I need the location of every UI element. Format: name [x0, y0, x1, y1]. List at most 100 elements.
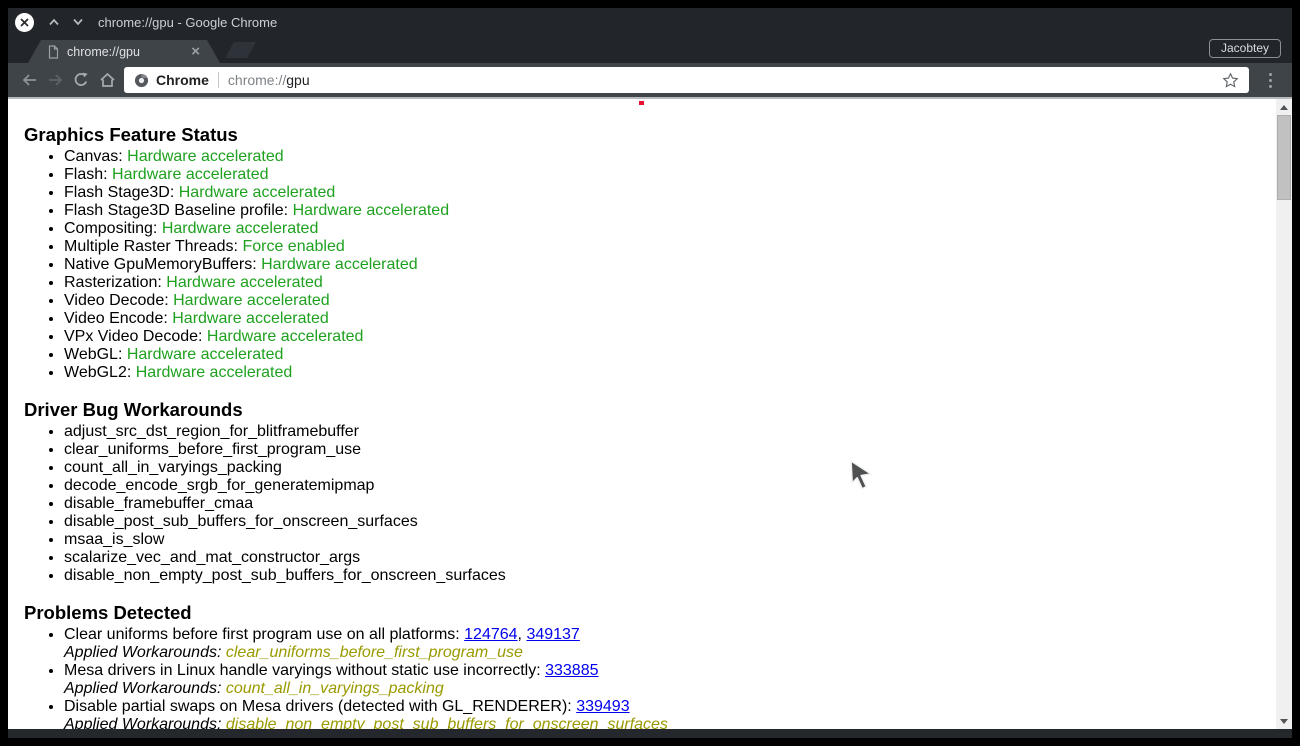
scrollbar-thumb[interactable]	[1277, 115, 1291, 200]
feature-label: Flash Stage3D:	[64, 184, 179, 201]
problem-description: Mesa drivers in Linux handle varyings wi…	[64, 662, 545, 679]
list-item: clear_uniforms_before_first_program_use	[64, 441, 1268, 459]
applied-workarounds-label: Applied Workarounds:	[64, 680, 226, 697]
screen: chrome://gpu - Google Chrome chrome://gp…	[0, 0, 1300, 746]
problem-description: Disable partial swaps on Mesa drivers (d…	[64, 698, 576, 715]
window-title: chrome://gpu - Google Chrome	[98, 15, 277, 30]
chrome-logo-icon	[134, 73, 149, 88]
tab-close-button[interactable]: ×	[191, 44, 200, 59]
feature-label: VPx Video Decode:	[64, 328, 207, 345]
profile-button[interactable]: Jacobtey	[1209, 39, 1281, 58]
feature-label: Native GpuMemoryBuffers:	[64, 256, 261, 273]
forward-arrow-icon	[47, 72, 64, 88]
list-item: disable_framebuffer_cmaa	[64, 495, 1268, 513]
tab-chrome-gpu[interactable]: chrome://gpu ×	[28, 40, 220, 63]
feature-label: WebGL2:	[64, 364, 136, 381]
window-shade-button[interactable]	[45, 13, 63, 31]
applied-workarounds-names: count_all_in_varyings_packing	[226, 680, 444, 697]
bug-link[interactable]: 339493	[576, 698, 629, 715]
section-title-problems-detected: Problems Detected	[24, 602, 1268, 623]
feature-status: Hardware accelerated	[207, 328, 364, 345]
feature-label: Flash:	[64, 166, 112, 183]
list-item: WebGL2: Hardware accelerated	[64, 364, 1268, 382]
omnibox-url[interactable]: chrome://gpu	[228, 72, 310, 88]
address-bar[interactable]: Chrome chrome://gpu	[124, 67, 1249, 93]
feature-label: Rasterization:	[64, 274, 166, 291]
home-button[interactable]	[94, 67, 120, 93]
list-item: msaa_is_slow	[64, 531, 1268, 549]
list-item: WebGL: Hardware accelerated	[64, 346, 1268, 364]
url-host: gpu	[286, 72, 309, 88]
feature-label: Multiple Raster Threads:	[64, 238, 242, 255]
scroll-down-icon	[1280, 719, 1288, 724]
window-bottom-edge	[8, 729, 1292, 738]
list-item: Compositing: Hardware accelerated	[64, 220, 1268, 238]
reload-icon	[73, 72, 89, 88]
feature-status: Hardware accelerated	[127, 148, 284, 165]
menu-dot	[1269, 85, 1272, 88]
bug-link[interactable]: 349137	[526, 626, 579, 643]
list-item: Flash Stage3D: Hardware accelerated	[64, 184, 1268, 202]
new-tab-button[interactable]	[225, 42, 256, 58]
feature-label: Video Decode:	[64, 292, 173, 309]
list-item: Mesa drivers in Linux handle varyings wi…	[64, 662, 1268, 698]
section-title-driver-bug-workarounds: Driver Bug Workarounds	[24, 399, 1268, 420]
scroll-up-button[interactable]	[1276, 100, 1292, 114]
list-item: disable_non_empty_post_sub_buffers_for_o…	[64, 567, 1268, 585]
list-item: Flash: Hardware accelerated	[64, 166, 1268, 184]
list-item: scalarize_vec_and_mat_constructor_args	[64, 549, 1268, 567]
list-item: VPx Video Decode: Hardware accelerated	[64, 328, 1268, 346]
chevron-up-icon	[48, 18, 60, 26]
feature-status: Hardware accelerated	[162, 220, 319, 237]
tab-strip: chrome://gpu × Jacobtey	[8, 36, 1292, 63]
applied-workarounds-names: disable_non_empty_post_sub_buffers_for_o…	[226, 716, 668, 729]
window-minimize-button[interactable]	[69, 13, 87, 31]
scroll-up-icon	[1280, 105, 1288, 110]
section-title-graphics-feature-status: Graphics Feature Status	[24, 124, 1268, 145]
list-item: Video Encode: Hardware accelerated	[64, 310, 1268, 328]
omnibox-separator	[218, 72, 219, 88]
vertical-scrollbar[interactable]	[1276, 99, 1292, 729]
feature-status: Hardware accelerated	[261, 256, 418, 273]
bookmark-button[interactable]	[1222, 72, 1239, 89]
tab-title: chrome://gpu	[67, 45, 191, 59]
section-list-graphics-feature-status: Canvas: Hardware acceleratedFlash: Hardw…	[16, 148, 1268, 382]
list-item: decode_encode_srgb_for_generatemipmap	[64, 477, 1268, 495]
back-button[interactable]	[16, 67, 42, 93]
list-item: adjust_src_dst_region_for_blitframebuffe…	[64, 423, 1268, 441]
bookmark-star-icon	[1222, 72, 1239, 89]
list-item: Rasterization: Hardware accelerated	[64, 274, 1268, 292]
bug-link[interactable]: 124764	[464, 626, 517, 643]
gpu-report: Graphics Feature Status Canvas: Hardware …	[8, 99, 1276, 729]
applied-workarounds-names: clear_uniforms_before_first_program_use	[226, 644, 523, 661]
applied-workarounds-label: Applied Workarounds:	[64, 716, 226, 729]
feature-status: Hardware accelerated	[179, 184, 336, 201]
problem-description-line: Mesa drivers in Linux handle varyings wi…	[64, 662, 1268, 680]
list-item: Canvas: Hardware accelerated	[64, 148, 1268, 166]
browser-menu-button[interactable]	[1258, 73, 1282, 88]
chevron-down-icon	[72, 18, 84, 26]
url-scheme: chrome://	[228, 72, 286, 88]
problem-description: Clear uniforms before first program use …	[64, 626, 464, 643]
window-titlebar: chrome://gpu - Google Chrome	[8, 8, 1292, 36]
reload-button[interactable]	[68, 67, 94, 93]
section-list-problems-detected: Clear uniforms before first program use …	[16, 626, 1268, 729]
browser-window: chrome://gpu - Google Chrome chrome://gp…	[8, 8, 1292, 738]
page-favicon-icon	[48, 45, 59, 59]
feature-status: Hardware accelerated	[293, 202, 450, 219]
feature-label: Canvas:	[64, 148, 127, 165]
feature-label: Compositing:	[64, 220, 162, 237]
browser-toolbar: Chrome chrome://gpu	[8, 63, 1292, 97]
list-item: Flash Stage3D Baseline profile: Hardware…	[64, 202, 1268, 220]
scroll-down-button[interactable]	[1276, 714, 1292, 728]
problem-description-line: Clear uniforms before first program use …	[64, 626, 1268, 644]
forward-button[interactable]	[42, 67, 68, 93]
list-item: Video Decode: Hardware accelerated	[64, 292, 1268, 310]
feature-label: Video Encode:	[64, 310, 172, 327]
window-close-button[interactable]	[15, 13, 34, 32]
close-icon	[20, 18, 29, 27]
bug-link[interactable]: 333885	[545, 662, 598, 679]
applied-workarounds-label: Applied Workarounds:	[64, 644, 226, 661]
applied-workarounds-line: Applied Workarounds: count_all_in_varyin…	[64, 680, 1268, 698]
problem-description-line: Disable partial swaps on Mesa drivers (d…	[64, 698, 1268, 716]
